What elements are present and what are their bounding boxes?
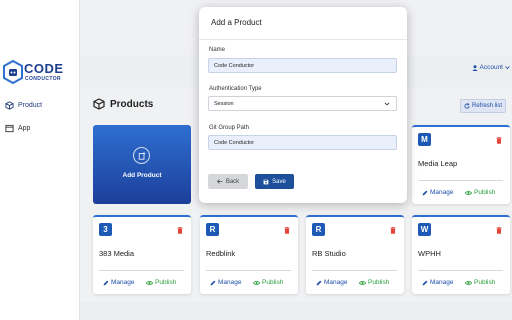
save-button[interactable]: Save — [255, 174, 294, 189]
refresh-label: Refresh list — [471, 103, 502, 109]
divider — [312, 270, 397, 271]
manage-link[interactable]: Manage — [210, 279, 242, 286]
product-name: RB Studio — [312, 249, 346, 258]
window-icon — [3, 122, 15, 134]
name-value: Code Conductor — [214, 62, 255, 69]
product-name: WPHH — [418, 249, 441, 258]
add-product-modal: Add a Product Name Code Conductor Authen… — [199, 7, 407, 203]
sidebar-item-label: App — [18, 124, 31, 132]
add-product-card[interactable]: Add Product — [93, 125, 191, 204]
eye-icon — [253, 280, 260, 285]
back-button[interactable]: Back — [208, 174, 248, 189]
product-name: Media Leap — [418, 159, 458, 168]
divider — [418, 180, 503, 181]
brand-line2: CONDUCTOR — [25, 76, 62, 82]
product-badge: 3 — [99, 223, 112, 236]
products-icon — [93, 98, 105, 110]
chevron-down-icon — [384, 102, 390, 106]
pencil-icon — [103, 280, 109, 285]
page-title: Products — [93, 98, 153, 110]
publish-label: Publish — [474, 189, 496, 196]
publish-link[interactable]: Publish — [465, 189, 495, 196]
pencil-icon — [422, 190, 428, 195]
product-badge: R — [312, 223, 325, 236]
product-card: R Redblink Manage Publish — [200, 215, 298, 294]
refresh-list-button[interactable]: Refresh list — [460, 99, 506, 113]
product-badge: W — [418, 223, 431, 236]
cube-icon — [3, 99, 15, 111]
git-path-field[interactable]: Code Conductor — [208, 135, 397, 150]
manage-link[interactable]: Manage — [422, 279, 454, 286]
product-badge: M — [418, 133, 431, 146]
hexagon-logo-icon — [3, 60, 23, 84]
sidebar-item-app[interactable]: App — [0, 120, 80, 136]
name-field[interactable]: Code Conductor — [208, 58, 397, 73]
trash-icon[interactable] — [177, 221, 183, 239]
auth-type-select[interactable]: Session — [208, 96, 397, 111]
product-card: R RB Studio Manage Publish — [306, 215, 404, 294]
product-name: 383 Media — [99, 249, 135, 258]
publish-link[interactable]: Publish — [253, 279, 283, 286]
manage-link[interactable]: Manage — [422, 189, 454, 196]
publish-link[interactable]: Publish — [146, 279, 176, 286]
git-path-value: Code Conductor — [214, 139, 255, 146]
pencil-icon — [422, 280, 428, 285]
products-title: Products — [110, 98, 154, 110]
eye-icon — [465, 280, 472, 285]
name-label: Name — [209, 47, 226, 53]
manage-label: Manage — [111, 279, 135, 286]
divider — [206, 270, 291, 271]
product-card: W WPHH Manage Publish — [412, 215, 510, 294]
caret-down-icon — [505, 66, 510, 70]
product-badge: R — [206, 223, 219, 236]
trash-icon[interactable] — [496, 221, 502, 239]
publish-label: Publish — [262, 279, 284, 286]
add-product-label: Add Product — [122, 172, 162, 179]
manage-label: Manage — [430, 189, 454, 196]
trash-icon[interactable] — [284, 221, 290, 239]
manage-label: Manage — [324, 279, 348, 286]
trash-icon[interactable] — [390, 221, 396, 239]
arrow-left-icon — [216, 179, 223, 184]
divider — [418, 270, 503, 271]
save-icon — [263, 179, 269, 184]
brand-logo[interactable]: CODE CONDUCTOR — [3, 58, 79, 88]
sidebar-item-label: Product — [18, 101, 43, 109]
git-path-label: Git Group Path — [209, 125, 250, 131]
account-label: Account — [479, 64, 504, 71]
publish-label: Publish — [474, 279, 496, 286]
publish-link[interactable]: Publish — [465, 279, 495, 286]
sidebar: CODE CONDUCTOR Product App — [0, 0, 80, 320]
account-menu[interactable]: Account — [471, 64, 511, 71]
refresh-icon — [464, 103, 470, 109]
publish-label: Publish — [155, 279, 177, 286]
modal-divider — [199, 39, 407, 40]
brand-line1: CODE — [24, 61, 64, 76]
auth-type-value: Session — [214, 100, 234, 107]
add-product-icon — [133, 147, 150, 164]
eye-icon — [146, 280, 153, 285]
publish-link[interactable]: Publish — [359, 279, 389, 286]
divider — [99, 270, 184, 271]
publish-label: Publish — [368, 279, 390, 286]
eye-icon — [359, 280, 366, 285]
user-icon — [471, 64, 478, 71]
product-card: M Media Leap Manage Publish — [412, 125, 510, 204]
manage-label: Manage — [430, 279, 454, 286]
save-label: Save — [272, 178, 286, 185]
footer-area — [80, 302, 512, 320]
manage-link[interactable]: Manage — [103, 279, 135, 286]
manage-label: Manage — [218, 279, 242, 286]
modal-title: Add a Product — [211, 18, 262, 27]
auth-type-label: Authentication Type — [209, 86, 262, 92]
pencil-icon — [210, 280, 216, 285]
pencil-icon — [316, 280, 322, 285]
back-label: Back — [225, 178, 240, 185]
product-name: Redblink — [206, 249, 236, 258]
manage-link[interactable]: Manage — [316, 279, 348, 286]
eye-icon — [465, 190, 472, 195]
product-card: 3 383 Media Manage Publish — [93, 215, 191, 294]
trash-icon[interactable] — [496, 131, 502, 149]
sidebar-item-product[interactable]: Product — [0, 97, 80, 113]
